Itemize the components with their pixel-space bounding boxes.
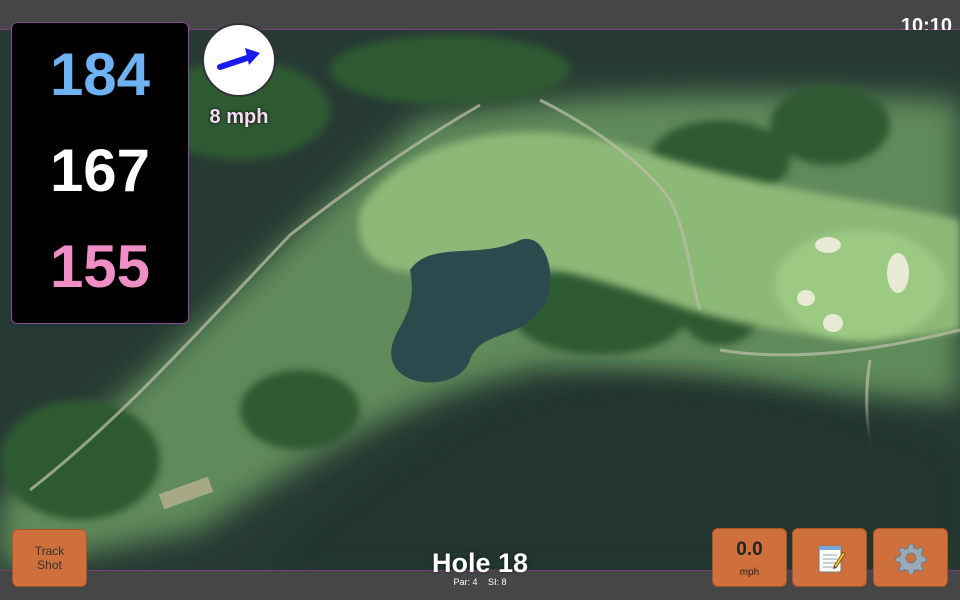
distance-panel: 184 167 155: [11, 22, 189, 324]
gear-icon: [895, 543, 927, 574]
back-of-green-distance: 184: [49, 41, 151, 108]
speed-value: 0.0: [736, 539, 763, 560]
front-of-green-distance: 155: [49, 233, 151, 300]
track-shot-button[interactable]: Track Shot: [12, 529, 87, 587]
notepad-icon: [818, 545, 846, 573]
hole-title: Hole 18: [431, 548, 529, 578]
middle-of-green-distance: 167: [49, 137, 151, 204]
speed-unit: mph: [739, 567, 760, 578]
speed-button[interactable]: 0.0 mph: [712, 528, 787, 587]
wind-direction-arrow-icon: [217, 48, 260, 70]
track-shot-label: Track Shot: [34, 544, 65, 572]
wind-indicator: [202, 23, 276, 97]
settings-button[interactable]: [873, 528, 948, 587]
hole-info: Par: 4 SI: 8: [400, 577, 560, 587]
hole-par: Par: 4: [453, 577, 478, 587]
notes-button[interactable]: [792, 528, 867, 587]
hole-stroke-index: SI: 8: [488, 577, 507, 587]
wind-speed: 8 mph: [209, 106, 269, 128]
